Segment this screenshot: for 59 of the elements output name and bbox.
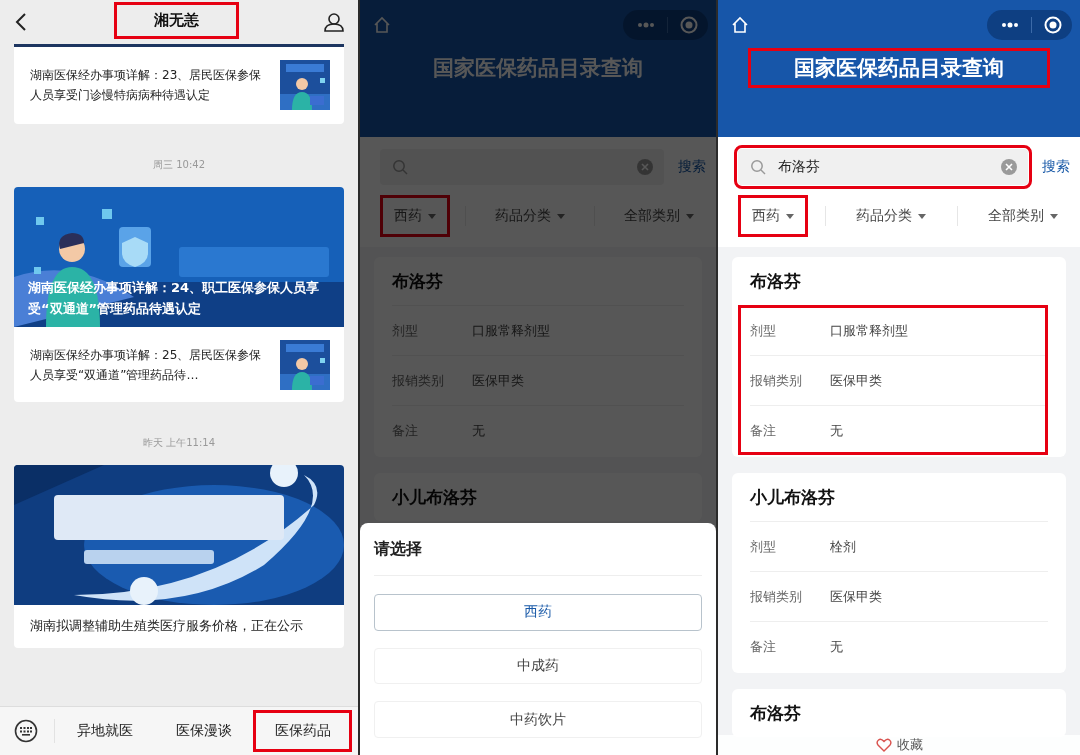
field-value: 无 [830,421,843,440]
article-title: 湖南医保经办事项详解：24、职工医保参保人员享受“双通道”管理药品待遇认定 [28,279,321,318]
field-label: 报销类别 [750,371,803,390]
field-value: 医保甲类 [830,371,882,390]
page-title: 国家医保药品目录查询 [748,48,1050,88]
article-card[interactable]: 湖南医保经办事项详解：23、居民医保参保人员享受门诊慢特病病种待遇认定 [14,47,344,124]
caret-icon [428,213,436,219]
article-title: 湖南医保经办事项详解：23、居民医保参保人员享受门诊慢特病病种待遇认定 [30,67,263,104]
field-value: 口服常释剂型 [830,321,908,340]
field-value: 医保甲类 [830,587,882,606]
caret-icon [686,213,694,219]
field-value: 栓剂 [830,537,856,556]
caret-icon [557,213,565,219]
drug-name: 布洛芬 [750,702,802,725]
article-card[interactable]: 湖南医保经办事项详解：24、职工医保参保人员享受“双通道”管理药品待遇认定 湖南医保经办事项详解：25、居民医保参保人员享受“双通道”管理药品待… [14,187,344,402]
caret-icon [786,213,794,219]
page-title: 国家医保药品目录查询 [432,55,644,82]
drug-name: 小儿布洛芬 [750,486,836,509]
heart-icon [875,738,892,752]
timestamp: 周三 10:42 [153,158,205,172]
more-icon[interactable] [1001,22,1019,28]
menu-item[interactable]: 异地就医 [55,710,154,752]
drug-name: 小儿布洛芬 [392,486,478,509]
search-input[interactable]: 布洛芬 [776,158,990,176]
field-value: 无 [830,637,843,656]
back-icon[interactable] [14,12,28,32]
article-card[interactable]: 湖南拟调整辅助生殖类医疗服务价格，正在公示 [14,465,344,648]
drug-name: 布洛芬 [750,270,802,293]
field-value: 医保甲类 [472,371,524,390]
drug-name: 布洛芬 [392,270,444,293]
menu-item[interactable]: 医保漫谈 [154,710,253,752]
option-button[interactable]: 中药饮片 [374,701,702,738]
account-title: 湘无恙 [113,1,239,39]
sheet-title: 请选择 [374,523,702,576]
caret-icon [918,213,926,219]
filter-dropdown[interactable]: 西药 [738,195,808,237]
search-icon [392,159,408,175]
field-label: 报销类别 [750,587,803,606]
search-button[interactable]: 搜索 [1040,154,1072,180]
filter-dropdown[interactable]: 全部类别 [974,195,1072,237]
field-label: 剂型 [750,321,777,340]
option-button[interactable]: 中成药 [374,647,702,685]
filter-dropdown[interactable]: 药品分类 [842,195,940,237]
keyboard-icon[interactable] [14,719,38,743]
clear-icon[interactable] [1000,158,1018,176]
field-label: 剂型 [750,537,777,556]
search-field[interactable] [380,149,664,185]
field-value: 无 [472,421,485,440]
menu-item[interactable]: 医保药品 [253,710,352,752]
option-button[interactable]: 西药 [374,594,702,631]
field-label: 备注 [750,421,777,440]
favorite-button[interactable]: 收藏 [871,736,927,754]
search-icon [750,159,766,175]
user-icon[interactable] [324,12,344,32]
article-title: 湖南拟调整辅助生殖类医疗服务价格，正在公示 [29,617,304,635]
article-title: 湖南医保经办事项详解：25、居民医保参保人员享受“双通道”管理药品待… [30,347,263,384]
caret-icon [1050,213,1058,219]
field-label: 备注 [750,637,777,656]
home-icon[interactable] [730,15,750,35]
